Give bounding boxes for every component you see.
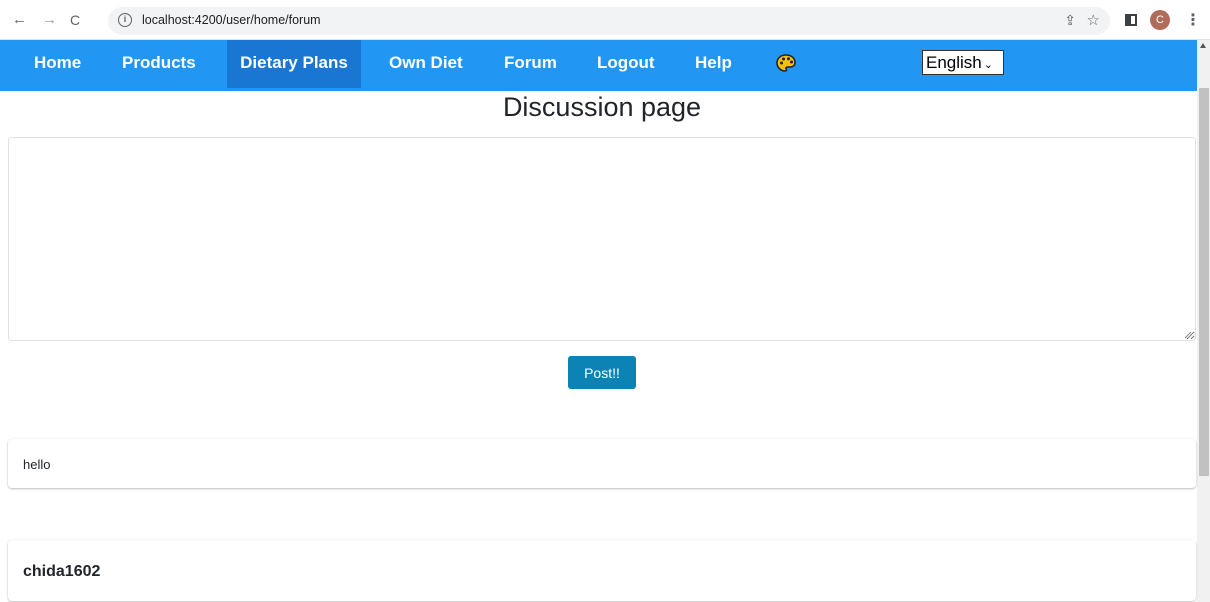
post-card: hello xyxy=(8,439,1196,488)
page-title: Discussion page xyxy=(502,92,702,122)
scrollbar-thumb[interactable] xyxy=(1199,88,1209,476)
address-bar[interactable]: i localhost:4200/user/home/forum ⇪ ☆ xyxy=(108,7,1110,35)
profile-avatar[interactable]: C xyxy=(1150,10,1170,30)
page-scrollbar[interactable] xyxy=(1197,40,1210,602)
app-navbar: Home Products Dietary Plans Own Diet For… xyxy=(0,40,1197,91)
palette-icon[interactable] xyxy=(776,54,796,72)
browser-toolbar: ← → C i localhost:4200/user/home/forum ⇪… xyxy=(0,0,1210,40)
language-selected-value: English xyxy=(926,53,982,72)
nav-own-diet[interactable]: Own Diet xyxy=(379,40,473,88)
nav-home[interactable]: Home xyxy=(24,40,91,88)
post-content: hello xyxy=(23,457,51,472)
nav-dietary-plans[interactable]: Dietary Plans xyxy=(227,40,361,88)
post-card: chida1602 xyxy=(8,540,1196,601)
forward-arrow-icon[interactable]: → xyxy=(42,12,57,28)
reload-icon[interactable]: C xyxy=(70,12,80,28)
share-icon[interactable]: ⇪ xyxy=(1064,12,1076,29)
site-info-icon[interactable]: i xyxy=(118,13,132,27)
resize-handle-icon[interactable] xyxy=(1184,331,1192,339)
language-select[interactable]: English ⌄ xyxy=(922,50,1004,75)
browser-menu-icon[interactable]: ⋮ xyxy=(1185,10,1201,30)
post-author: chida1602 xyxy=(23,563,101,580)
nav-forum[interactable]: Forum xyxy=(494,40,567,88)
side-panel-icon[interactable] xyxy=(1125,14,1137,26)
chevron-down-icon: ⌄ xyxy=(983,59,993,71)
nav-logout[interactable]: Logout xyxy=(587,40,665,88)
post-button[interactable]: Post!! xyxy=(568,356,636,389)
nav-products[interactable]: Products xyxy=(112,40,206,88)
bookmark-star-icon[interactable]: ☆ xyxy=(1087,11,1100,29)
nav-help[interactable]: Help xyxy=(685,40,742,88)
back-arrow-icon[interactable]: ← xyxy=(12,12,27,28)
post-textarea[interactable] xyxy=(8,137,1196,341)
scroll-up-arrow-icon[interactable] xyxy=(1200,43,1206,48)
url-text[interactable]: localhost:4200/user/home/forum xyxy=(142,13,321,27)
